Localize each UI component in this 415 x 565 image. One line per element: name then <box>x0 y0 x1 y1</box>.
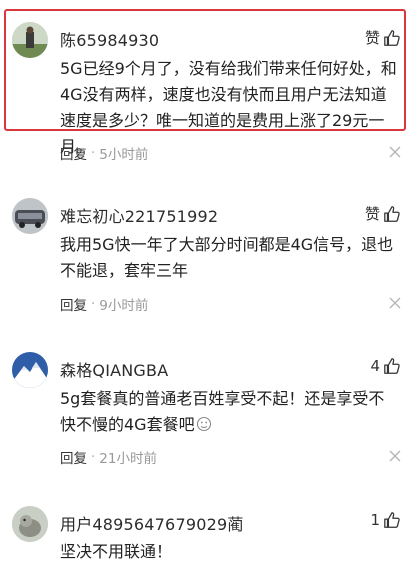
username[interactable]: 用户4895647679029蔺 <box>60 511 244 535</box>
like-button[interactable]: 1 <box>370 511 401 529</box>
comment-item: 用户4895647679029蔺 1 坚决不用联通！ <box>0 0 415 561</box>
avatar[interactable] <box>12 506 48 542</box>
thumbs-up-icon <box>384 512 400 528</box>
comment-text: 坚决不用联通！ <box>60 542 173 561</box>
like-label: 1 <box>370 511 380 529</box>
